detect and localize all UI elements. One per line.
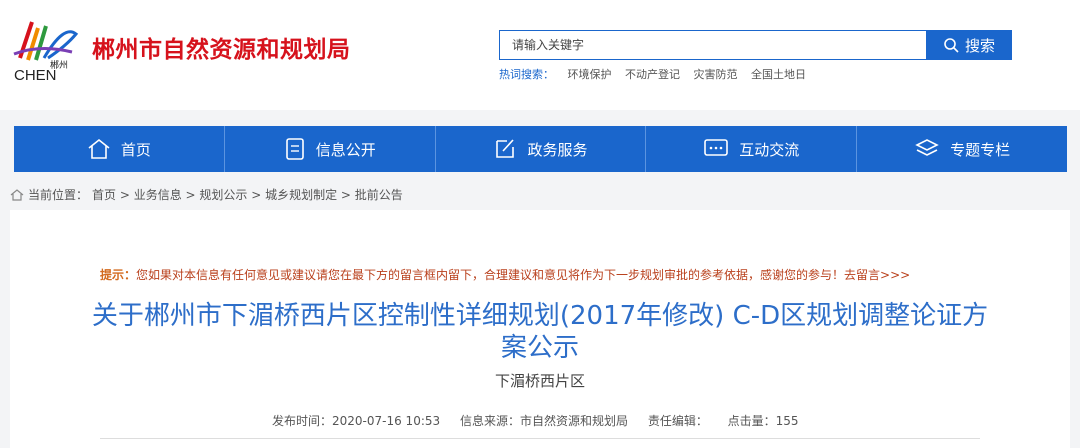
home-icon [88,138,110,159]
hot-term[interactable]: 灾害防范 [694,68,738,81]
nav-info-public[interactable]: 信息公开 [225,126,436,172]
editor: 责任编辑： [647,414,708,428]
tip-banner[interactable]: 提示：您如果对本信息有任何意见或建议请您在最下方的留言框内留下，合理建议和意见将… [100,266,910,283]
main-nav: 首页 信息公开 政务服务 互动交流 专题专栏 [14,126,1067,172]
nav-label: 信息公开 [315,140,376,159]
search-button[interactable]: 搜索 [926,30,1012,60]
tip-text: 您如果对本信息有任何意见或建议请您在最下方的留言框内留下，合理建议和意见将作为下… [136,268,911,282]
breadcrumb-path[interactable]: 首页 > 业务信息 > 规划公示 > 城乡规划制定 > 批前公告 [92,186,403,203]
svg-text:郴州: 郴州 [50,59,68,71]
hot-search: 热词搜索： 环境保护 不动产登记 灾害防范 全国土地日 [499,66,816,82]
breadcrumb-prefix: 当前位置： [28,188,89,202]
nav-label: 政务服务 [527,140,588,159]
site-title[interactable]: 郴州市自然资源和规划局 [92,30,351,64]
nav-label: 互动交流 [739,140,800,159]
divider [100,438,980,439]
nav-gov-service[interactable]: 政务服务 [436,126,647,172]
nav-special-column[interactable]: 专题专栏 [857,126,1067,172]
article-panel: 提示：您如果对本信息有任何意见或建议请您在最下方的留言框内留下，合理建议和意见将… [10,210,1070,448]
article-title: 关于郴州市下湄桥西片区控制性详细规划(2017年修改) C-D区规划调整论证方案… [91,301,989,363]
breadcrumb: 当前位置： 首页 > 业务信息 > 规划公示 > 城乡规划制定 > 批前公告 [10,186,403,203]
hot-search-label: 热词搜索： [499,68,554,81]
search-input[interactable]: 请输入关键字 [499,30,927,60]
search-icon [944,38,959,53]
nav-label: 首页 [120,140,151,159]
nav-interaction[interactable]: 互动交流 [646,126,858,172]
hot-term[interactable]: 全国土地日 [751,68,806,81]
hot-term[interactable]: 不动产登记 [625,68,680,81]
document-icon [285,138,304,160]
home-icon [10,188,24,201]
click-count: 点击量：155 [727,414,799,428]
article-meta: 发布时间：2020-07-16 10:53 信息来源：市自然资源和规划局 责任编… [272,412,815,429]
hot-term[interactable]: 环境保护 [568,68,612,81]
nav-label: 专题专栏 [950,140,1011,159]
tip-label: 提示： [100,268,137,282]
layers-icon [915,139,939,156]
article-subtitle: 下湄桥西片区 [494,372,585,390]
site-header: CHEN 郴州 郴州市自然资源和规划局 请输入关键字 搜索 热词搜索： 环境保护… [0,0,1080,110]
nav-home[interactable]: 首页 [14,126,225,172]
publish-time: 发布时间：2020-07-16 10:53 [272,414,441,428]
edit-icon [496,139,515,158]
site-logo[interactable]: CHEN 郴州 [10,14,82,88]
info-source: 信息来源：市自然资源和规划局 [459,414,628,428]
search-button-label: 搜索 [964,36,995,55]
chat-icon [704,139,729,156]
